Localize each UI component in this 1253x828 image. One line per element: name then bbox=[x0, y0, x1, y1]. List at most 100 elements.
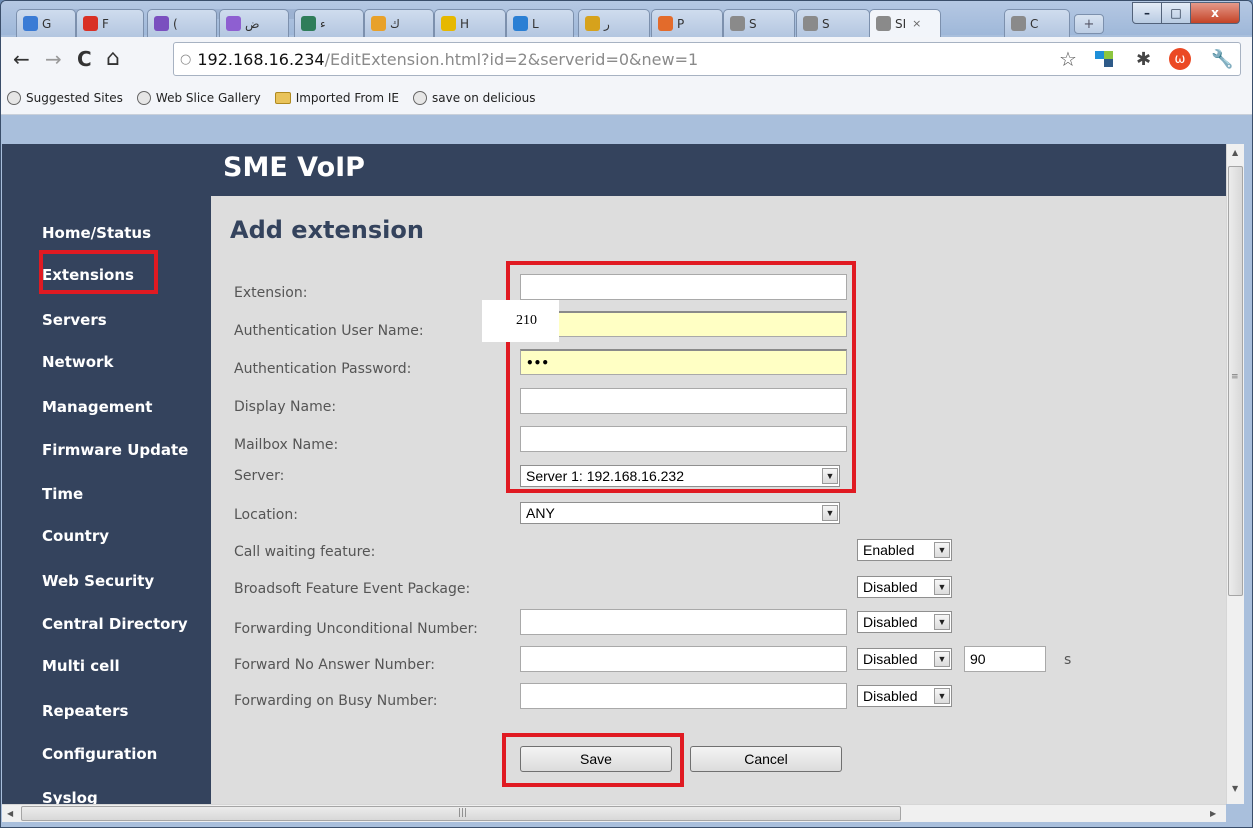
highlight-save-button bbox=[502, 733, 684, 787]
tab-12[interactable]: SI × bbox=[869, 9, 941, 37]
back-button[interactable]: ← bbox=[13, 49, 30, 69]
stumbleupon-icon[interactable]: ω bbox=[1169, 48, 1191, 70]
tab-11[interactable]: S bbox=[796, 9, 870, 37]
tab-label: ض bbox=[245, 16, 260, 31]
tab-label: ء bbox=[320, 16, 326, 31]
globe-icon bbox=[803, 16, 818, 31]
sidebar-item-management[interactable]: Management bbox=[42, 398, 152, 416]
scroll-right-arrow-icon[interactable]: ▶ bbox=[1210, 809, 1216, 818]
chevron-down-icon: ▼ bbox=[822, 505, 838, 521]
scroll-down-arrow-icon[interactable]: ▼ bbox=[1232, 784, 1238, 793]
forward-button[interactable]: → bbox=[45, 49, 62, 69]
broadsoft-label: Broadsoft Feature Event Package: bbox=[234, 581, 471, 597]
tab-3[interactable]: ض bbox=[219, 9, 289, 37]
display-name-label: Display Name: bbox=[234, 399, 337, 415]
tab-0[interactable]: G bbox=[16, 9, 76, 37]
tab-8[interactable]: ر bbox=[578, 9, 650, 37]
sidebar-item-servers[interactable]: Servers bbox=[42, 311, 107, 329]
bookmark-star-icon[interactable]: ☆ bbox=[1059, 47, 1077, 71]
mailbox-label: Mailbox Name: bbox=[234, 437, 339, 453]
site-header: SME VoIP bbox=[2, 144, 1227, 196]
globe-icon bbox=[413, 91, 428, 105]
sidebar-item-firmware-update[interactable]: Firmware Update bbox=[42, 441, 188, 459]
sidebar-item-syslog[interactable]: Syslog bbox=[42, 789, 98, 804]
sidebar-item-network[interactable]: Network bbox=[42, 353, 113, 371]
sidebar-item-web-security[interactable]: Web Security bbox=[42, 572, 154, 590]
bookmarks-bar: Suggested Sites Web Slice Gallery Imported… bbox=[1, 83, 1252, 113]
new-tab-button[interactable]: + bbox=[1074, 14, 1104, 34]
chevron-down-icon: ▼ bbox=[934, 579, 950, 595]
sidebar-item-repeaters[interactable]: Repeaters bbox=[42, 702, 128, 720]
fwd-busy-state: Disabled bbox=[863, 688, 918, 704]
address-bar[interactable]: ○ 192.168.16.234 /EditExtension.html?id=… bbox=[173, 42, 1241, 76]
sidebar-item-home-status[interactable]: Home/Status bbox=[42, 224, 151, 242]
bookmark-item[interactable]: Web Slice Gallery bbox=[136, 91, 261, 105]
nav-row: ← → C ⌂ ○ 192.168.16.234 /EditExtension.… bbox=[1, 37, 1252, 81]
bookmark-item[interactable]: save on delicious bbox=[413, 91, 535, 105]
reload-button[interactable]: C bbox=[77, 49, 92, 69]
horizontal-scrollbar[interactable]: ◀ ||| ▶ bbox=[2, 804, 1226, 822]
sidebar-item-time[interactable]: Time bbox=[42, 485, 83, 503]
star-icon bbox=[371, 16, 386, 31]
tab-2[interactable]: ( bbox=[147, 9, 217, 37]
fwd-noans-label: Forward No Answer Number: bbox=[234, 657, 435, 673]
location-select[interactable]: ANY ▼ bbox=[520, 502, 840, 524]
chart-icon bbox=[513, 16, 528, 31]
sidebar-item-central-directory[interactable]: Central Directory bbox=[42, 615, 188, 633]
scroll-left-arrow-icon[interactable]: ◀ bbox=[7, 809, 13, 818]
mail-icon bbox=[154, 16, 169, 31]
wrench-icon[interactable]: 🔧 bbox=[1211, 49, 1233, 70]
fwd-uncond-input[interactable] bbox=[520, 609, 847, 635]
highlight-extensions-nav bbox=[39, 250, 158, 294]
p-icon bbox=[301, 16, 316, 31]
vertical-scroll-thumb[interactable]: ≡ bbox=[1228, 166, 1243, 596]
auth-user-label: Authentication User Name: bbox=[234, 323, 424, 339]
home-button[interactable]: ⌂ bbox=[106, 48, 120, 70]
tab-9[interactable]: P bbox=[651, 9, 723, 37]
tab-label: S bbox=[822, 16, 830, 31]
fwd-noans-unit: s bbox=[1064, 652, 1072, 668]
fwd-noans-timeout-input[interactable]: 90 bbox=[964, 646, 1046, 672]
bookmark-item[interactable]: Suggested Sites bbox=[7, 91, 123, 105]
sidebar-item-country[interactable]: Country bbox=[42, 527, 109, 545]
tab-close-icon[interactable]: × bbox=[912, 17, 921, 30]
tab-13[interactable]: C bbox=[1004, 9, 1070, 37]
globe-icon bbox=[730, 16, 745, 31]
chevron-down-icon: ▼ bbox=[934, 614, 950, 630]
bug-icon[interactable]: ✱ bbox=[1136, 49, 1151, 70]
tab-7[interactable]: L bbox=[506, 9, 574, 37]
address-path: /EditExtension.html?id=2&serverid=0&new=… bbox=[324, 49, 699, 69]
address-host: 192.168.16.234 bbox=[197, 49, 325, 69]
horizontal-scroll-thumb[interactable]: ||| bbox=[21, 806, 901, 821]
extension-squares-icon[interactable] bbox=[1095, 51, 1113, 67]
highlight-form-fields bbox=[506, 261, 856, 493]
grip-icon: ||| bbox=[458, 808, 468, 818]
tab-6[interactable]: H bbox=[434, 9, 506, 37]
fwd-uncond-select[interactable]: Disabled ▼ bbox=[857, 611, 952, 633]
tab-1[interactable]: F bbox=[76, 9, 144, 37]
chevron-down-icon: ▼ bbox=[934, 651, 950, 667]
fwd-noans-input[interactable] bbox=[520, 646, 847, 672]
tab-10[interactable]: S bbox=[723, 9, 795, 37]
fwd-noans-select[interactable]: Disabled ▼ bbox=[857, 648, 952, 670]
scroll-up-arrow-icon[interactable]: ▲ bbox=[1232, 148, 1238, 157]
sidebar-item-configuration[interactable]: Configuration bbox=[42, 745, 157, 763]
call-waiting-select[interactable]: Enabled ▼ bbox=[857, 539, 952, 561]
fwd-busy-input[interactable] bbox=[520, 683, 847, 709]
bookmark-item[interactable]: Imported From IE bbox=[274, 91, 399, 105]
tab-label: ك bbox=[390, 16, 400, 31]
page-title: Add extension bbox=[230, 216, 424, 244]
fwd-busy-select[interactable]: Disabled ▼ bbox=[857, 685, 952, 707]
chevron-down-icon: ▼ bbox=[934, 688, 950, 704]
vertical-scrollbar[interactable]: ▲ ≡ ▼ bbox=[1226, 144, 1244, 804]
tab-label: ر bbox=[604, 16, 610, 31]
tab-5[interactable]: ك bbox=[364, 9, 434, 37]
call-waiting-value: Enabled bbox=[863, 542, 915, 558]
sidebar-item-multi-cell[interactable]: Multi cell bbox=[42, 657, 120, 675]
cancel-button[interactable]: Cancel bbox=[690, 746, 842, 772]
browser-toolbar: ← → C ⌂ ○ 192.168.16.234 /EditExtension.… bbox=[1, 37, 1252, 115]
broadsoft-select[interactable]: Disabled ▼ bbox=[857, 576, 952, 598]
fwd-noans-state: Disabled bbox=[863, 651, 918, 667]
tab-label: C bbox=[1030, 16, 1039, 31]
tab-4[interactable]: ء bbox=[294, 9, 364, 37]
